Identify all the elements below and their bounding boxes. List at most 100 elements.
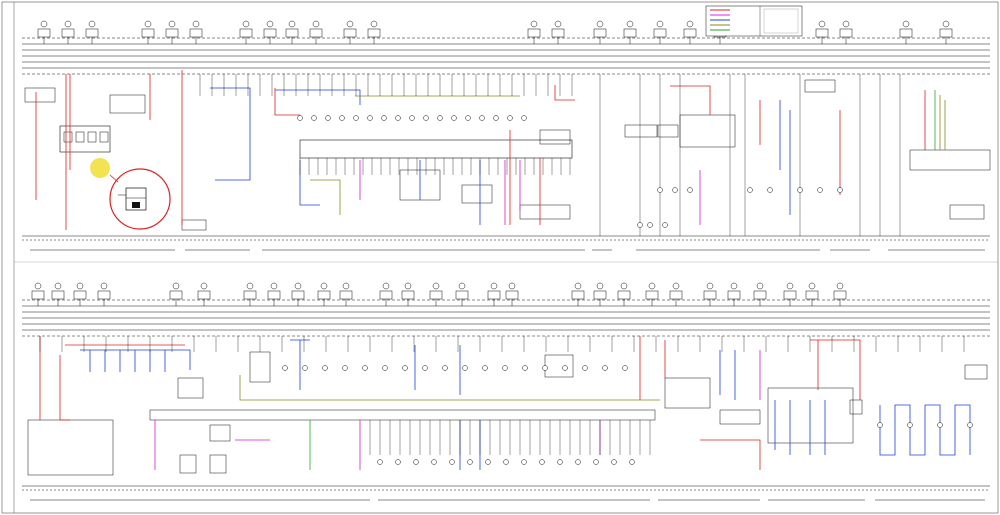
lamp (362, 365, 368, 371)
fuse-relay (189, 20, 203, 44)
lamp (657, 187, 663, 193)
zoom-circle (109, 168, 171, 230)
fuse-relay (899, 20, 913, 44)
fuse-relay (85, 20, 99, 44)
lamp (479, 115, 485, 121)
lamp (382, 365, 388, 371)
lamp (521, 459, 527, 465)
top-vertical-drops (199, 74, 901, 236)
lamp (402, 365, 408, 371)
lamp (395, 115, 401, 121)
lamp (493, 115, 499, 121)
wire-olive-row (310, 95, 520, 215)
lamp (907, 422, 913, 428)
lamp (451, 115, 457, 121)
lamp (521, 115, 527, 121)
fuse-relay (683, 20, 697, 44)
lamp (423, 115, 429, 121)
lamp (342, 365, 348, 371)
wire-red-left-b (39, 336, 70, 421)
lamp (467, 459, 473, 465)
lamp (797, 187, 803, 193)
fuse-relay (487, 282, 501, 306)
wire-blue-upper (275, 89, 361, 105)
lamp (629, 459, 635, 465)
highlight-marker (90, 158, 110, 178)
wire-blue-right (779, 100, 791, 215)
lamp (377, 459, 383, 465)
bottom-half (22, 282, 990, 501)
fuse-relay (645, 282, 659, 306)
fuse-relay (571, 282, 585, 306)
lamp (431, 459, 437, 465)
lamp (662, 222, 668, 228)
lamp (507, 115, 513, 121)
wire-red-right (670, 85, 761, 145)
fuse-relay (97, 282, 111, 306)
lamp (602, 365, 608, 371)
lamp (817, 187, 823, 193)
fuse-relay (833, 282, 847, 306)
lamp (437, 115, 443, 121)
wire-blue-ecu (299, 160, 320, 206)
fuse-relay (263, 20, 277, 44)
lamp (562, 365, 568, 371)
lamp (575, 459, 581, 465)
lamp (837, 187, 843, 193)
lamp (302, 365, 308, 371)
wire-olive-b (239, 375, 660, 401)
fuse-relay (61, 20, 75, 44)
fuse-relay (623, 20, 637, 44)
lamp (687, 187, 693, 193)
wire-red-col (509, 130, 541, 225)
fuse-relay (197, 282, 211, 306)
fuse-relay (51, 282, 65, 306)
lamp (462, 365, 468, 371)
top-fuse-row (37, 20, 953, 44)
lamp (422, 365, 428, 371)
fuse-relay (141, 20, 155, 44)
lamp (539, 459, 545, 465)
wire-red-box (274, 88, 300, 116)
lamp (557, 459, 563, 465)
fuse-relay (815, 20, 829, 44)
fuse-relay (367, 20, 381, 44)
lamp (582, 365, 588, 371)
lamp (442, 365, 448, 371)
fuse-relay (267, 282, 281, 306)
lamp (395, 459, 401, 465)
bottom-fuse-row (31, 282, 847, 306)
fuse-relay (285, 20, 299, 44)
lamp (877, 422, 883, 428)
left-ecu-block (24, 87, 146, 153)
fuse-relay (429, 282, 443, 306)
lamp (593, 459, 599, 465)
lamp (409, 115, 415, 121)
lamp (503, 459, 509, 465)
lamp (522, 365, 528, 371)
fuse-relay (653, 20, 667, 44)
lamp (937, 422, 943, 428)
fuse-relay (401, 282, 415, 306)
lamp (325, 115, 331, 121)
legend-box (705, 5, 803, 37)
top-half (22, 5, 991, 251)
fuse-relay (551, 20, 565, 44)
lamp (353, 115, 359, 121)
fuse-relay (727, 282, 741, 306)
wire-blue-mid-b (290, 339, 461, 395)
wire-magenta-b (154, 420, 270, 470)
fuse-relay (593, 20, 607, 44)
fuse-relay (455, 282, 469, 306)
bottom-wires (39, 336, 971, 470)
fuse-relay (291, 282, 305, 306)
lamp (767, 187, 773, 193)
wire-red-box-b (700, 439, 761, 470)
lamp (367, 115, 373, 121)
fuse-relay (339, 282, 353, 306)
fuse-relay (805, 282, 819, 306)
fuse-relay (169, 282, 183, 306)
lamp (413, 459, 419, 465)
lamp (637, 222, 643, 228)
wire-blue-right-b (719, 350, 826, 455)
